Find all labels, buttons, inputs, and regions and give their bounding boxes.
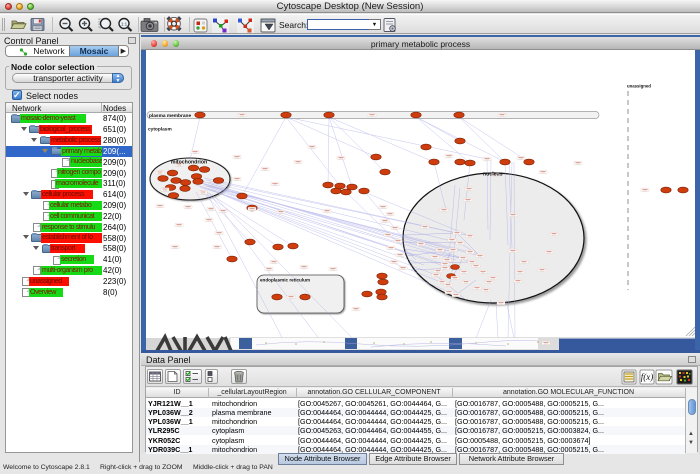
svg-text:f(x): f(x) bbox=[641, 372, 654, 382]
svg-text:nucleus: nucleus bbox=[483, 172, 503, 178]
svg-text:unassigned: unassigned bbox=[627, 84, 651, 89]
svg-text:plasma membrane: plasma membrane bbox=[149, 113, 191, 119]
svg-text:mitochondrion: mitochondrion bbox=[171, 160, 207, 166]
svg-text:1:1: 1:1 bbox=[121, 22, 128, 27]
svg-text:endoplasmic reticulum: endoplasmic reticulum bbox=[260, 278, 310, 283]
svg-text:cytoplasm: cytoplasm bbox=[148, 127, 172, 133]
